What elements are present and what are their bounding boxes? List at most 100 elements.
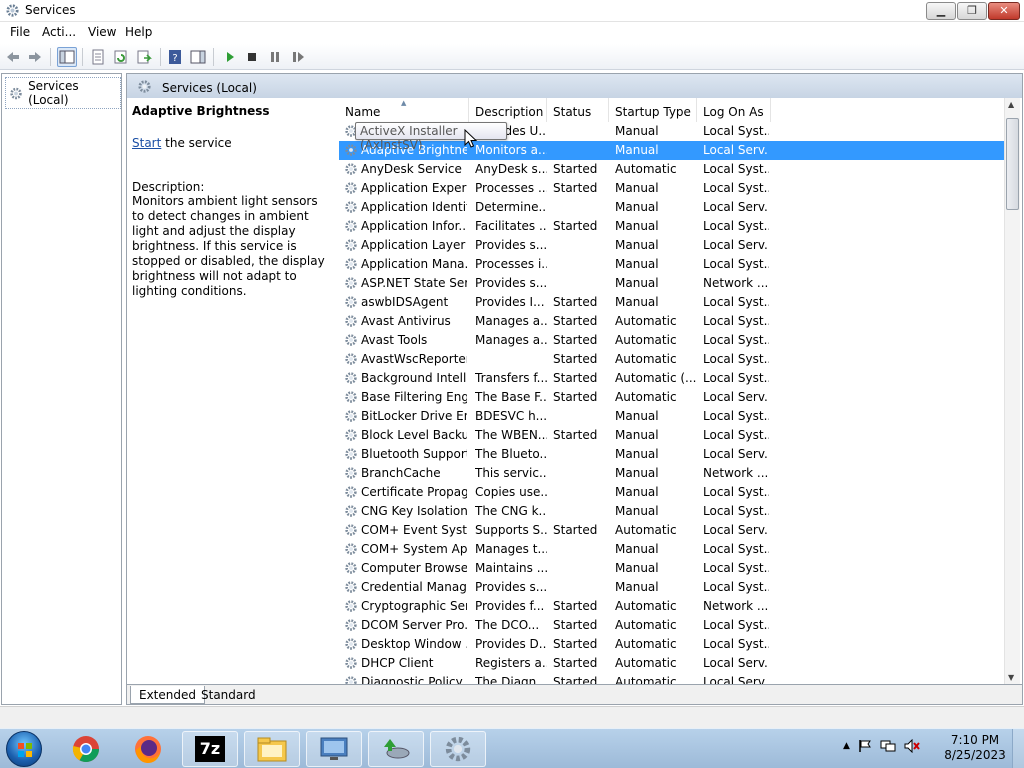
restart-service-icon[interactable] — [288, 47, 308, 67]
table-row[interactable]: COM+ Event Syst... Supports S... Started Au… — [339, 521, 1009, 540]
menu-view[interactable]: View — [88, 25, 116, 39]
service-startup-type: Automatic — [615, 618, 677, 632]
service-gear-icon — [344, 675, 358, 684]
menu-file[interactable]: File — [10, 25, 30, 39]
table-row[interactable]: DCOM Server Pro... The DCO... Started Autom… — [339, 616, 1009, 635]
service-gear-icon — [344, 162, 358, 176]
properties-icon[interactable] — [88, 47, 108, 67]
table-row[interactable]: BranchCache This servic... Manual Network .… — [339, 464, 1009, 483]
show-action-pane-icon[interactable] — [188, 47, 208, 67]
file-explorer-icon[interactable] — [244, 731, 300, 767]
start-service-icon[interactable] — [220, 47, 240, 67]
table-row[interactable]: BitLocker Drive En... BDESVC h... Manual Lo… — [339, 407, 1009, 426]
service-log-on-as: Local Serv... — [703, 523, 769, 537]
tab-standard[interactable]: Standard — [193, 686, 264, 704]
service-startup-type: Manual — [615, 485, 659, 499]
table-row[interactable]: Base Filtering Engi... The Base F... Start… — [339, 388, 1009, 407]
table-row[interactable]: Application Infor... Facilitates ... Start… — [339, 217, 1009, 236]
name-tooltip: ActiveX Installer (AxInstSV) — [355, 122, 507, 152]
show-desktop-button[interactable] — [1012, 729, 1024, 768]
installer-icon[interactable] — [368, 731, 424, 767]
service-gear-icon — [344, 257, 358, 271]
table-row[interactable]: Application Layer ... Provides s... Manual… — [339, 236, 1009, 255]
start-service-link[interactable]: Start — [132, 136, 161, 150]
remote-desktop-icon[interactable] — [306, 731, 362, 767]
column-name[interactable]: ▲ Name — [339, 98, 469, 122]
service-gear-icon — [344, 428, 358, 442]
service-description: This servic... — [475, 466, 547, 480]
close-button[interactable]: ✕ — [988, 2, 1020, 20]
forward-icon[interactable] — [25, 47, 45, 67]
column-status[interactable]: Status — [547, 98, 609, 122]
services-icon[interactable] — [430, 731, 486, 767]
table-row[interactable]: COM+ System Ap... Manages t... Manual Local… — [339, 540, 1009, 559]
service-log-on-as: Network ... — [703, 599, 769, 613]
service-gear-icon — [344, 656, 358, 670]
table-row[interactable]: Credential Manager Provides s... Manual Loc… — [339, 578, 1009, 597]
scroll-up-icon[interactable]: ▲ — [1008, 100, 1014, 109]
service-description: Provides s... — [475, 580, 547, 594]
service-name: AvastWscReporter — [361, 352, 467, 366]
service-log-on-as: Local Syst... — [703, 314, 769, 328]
table-row[interactable]: Bluetooth Support... The Blueto... Manual L… — [339, 445, 1009, 464]
firefox-icon[interactable] — [120, 731, 176, 767]
service-log-on-as: Local Serv... — [703, 238, 769, 252]
scroll-thumb[interactable] — [1006, 118, 1019, 210]
maximize-button[interactable]: ❐ — [957, 2, 987, 20]
table-row[interactable]: Cryptographic Ser... Provides f... Started… — [339, 597, 1009, 616]
back-icon[interactable] — [3, 47, 23, 67]
table-row[interactable]: Avast Tools Manages a... Started Automatic L… — [339, 331, 1009, 350]
help-icon[interactable]: ? — [165, 47, 185, 67]
table-row[interactable]: Computer Browser Maintains ... Manual Local… — [339, 559, 1009, 578]
table-row[interactable]: AnyDesk Service AnyDesk s... Started Automa… — [339, 160, 1009, 179]
table-row[interactable]: Background Intelli... Transfers f... Start… — [339, 369, 1009, 388]
service-startup-type: Manual — [615, 276, 659, 290]
show-hide-console-tree-icon[interactable] — [57, 47, 77, 67]
pause-service-icon[interactable] — [265, 47, 285, 67]
minimize-button[interactable]: ▁ — [926, 2, 956, 20]
chrome-icon[interactable] — [58, 731, 114, 767]
table-row[interactable]: Adaptive BrightnessMonitors a...ManualLo… — [339, 141, 1009, 160]
show-hidden-icons-icon[interactable]: ▲ — [843, 741, 850, 751]
column-startup-type[interactable]: Startup Type — [609, 98, 697, 122]
table-row[interactable]: Application Experi... Processes ... Starte… — [339, 179, 1009, 198]
export-list-icon[interactable] — [134, 47, 154, 67]
service-status: Started — [553, 333, 598, 347]
table-row[interactable]: Block Level Backu... The WBEN... Started Ma… — [339, 426, 1009, 445]
main-header-title: Services (Local) — [162, 81, 257, 95]
table-row[interactable]: Avast Antivirus Manages a... Started Automa… — [339, 312, 1009, 331]
column-log-on-as[interactable]: Log On As — [697, 98, 771, 122]
services-gear-icon — [6, 4, 19, 17]
table-row[interactable]: ASP.NET State Ser... Provides s... Manual N… — [339, 274, 1009, 293]
table-row[interactable]: Diagnostic Policy ... The Diagn... Started… — [339, 673, 1009, 684]
table-row[interactable]: Application Mana... Processes i... Manual L… — [339, 255, 1009, 274]
service-name: COM+ System Ap... — [361, 542, 467, 556]
volume-muted-icon[interactable] — [904, 739, 920, 753]
clock-date: 8/25/2023 — [944, 748, 1006, 762]
refresh-icon[interactable] — [111, 47, 131, 67]
start-button[interactable] — [6, 731, 42, 767]
clock[interactable]: 7:10 PM 8/25/2023 — [940, 733, 1010, 763]
services-gear-icon — [10, 87, 22, 99]
menu-help[interactable]: Help — [125, 25, 152, 39]
table-row[interactable]: Application Identity Determine... Manual Lo… — [339, 198, 1009, 217]
column-description[interactable]: Description — [469, 98, 547, 122]
service-description: BDESVC h... — [475, 409, 547, 423]
service-name: COM+ Event Syst... — [361, 523, 467, 537]
service-description: Manages t... — [475, 542, 547, 556]
table-row[interactable]: aswbIDSAgent Provides I... Started Manual Lo… — [339, 293, 1009, 312]
service-name: Background Intelli... — [361, 371, 467, 385]
menu-action[interactable]: Acti... — [42, 25, 76, 39]
table-row[interactable]: Certificate Propag... Copies use... Manual… — [339, 483, 1009, 502]
stop-service-icon[interactable] — [242, 47, 262, 67]
7zip-icon[interactable]: 7z — [182, 731, 238, 767]
scroll-down-icon[interactable]: ▼ — [1008, 673, 1014, 682]
table-row[interactable]: AvastWscReporter Started Automatic Local Sy… — [339, 350, 1009, 369]
vertical-scrollbar[interactable]: ▲ ▼ — [1004, 98, 1020, 684]
tree-item-services-local[interactable]: Services (Local) — [5, 77, 121, 109]
network-icon[interactable] — [880, 739, 896, 753]
table-row[interactable]: Desktop Window ... Provides D... Started Au… — [339, 635, 1009, 654]
table-row[interactable]: DHCP Client Registers a... Started Automati… — [339, 654, 1009, 673]
table-row[interactable]: CNG Key Isolation The CNG k... Manual Local… — [339, 502, 1009, 521]
action-center-flag-icon[interactable] — [858, 739, 872, 753]
